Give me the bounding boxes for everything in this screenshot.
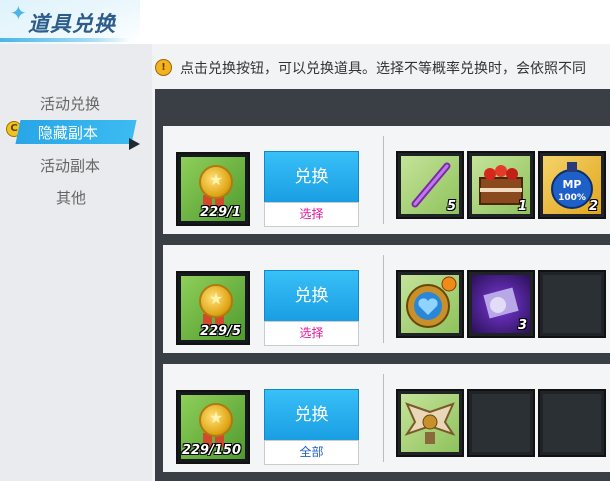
title-underline: [0, 38, 130, 42]
sidebar-item-activity-exchange[interactable]: 活动兑换: [0, 91, 145, 115]
reward-count: 1: [517, 199, 527, 214]
reward-count: 3: [517, 318, 527, 333]
info-coin-icon: !: [155, 59, 172, 76]
select-button[interactable]: 选择: [264, 202, 359, 227]
reward-count: 2: [588, 199, 598, 214]
empty-slot: [538, 270, 606, 338]
gold-medal-icon: ★ 229/5: [176, 271, 250, 345]
select-all-button[interactable]: 全部: [264, 440, 359, 465]
exchange-button[interactable]: 兑换: [264, 270, 359, 322]
exchange-row: ★ 229/5 兑换 选择 3: [163, 245, 610, 353]
select-button[interactable]: 选择: [264, 321, 359, 346]
exchange-row: ★ 229/150 兑换 全部: [163, 364, 610, 472]
divider: [383, 374, 384, 462]
heart-clock-compass-icon[interactable]: [396, 270, 464, 338]
sidebar-item-label: 其他: [56, 189, 87, 207]
purple-scroll-icon[interactable]: 3: [467, 270, 535, 338]
empty-slot: [538, 389, 606, 457]
exchange-panel: ★ 229/1 兑换 选择 5 1 MP 100% 2 ★ 229/5 兑换 选…: [155, 89, 610, 481]
exchange-button[interactable]: 兑换: [264, 151, 359, 203]
sidebar-item-activity-dungeon[interactable]: 活动副本: [0, 153, 145, 177]
cost-count: 229/5: [200, 324, 241, 339]
sidebar-item-label: 活动副本: [40, 157, 101, 175]
empty-slot: [467, 389, 535, 457]
sidebar: C 活动兑换 隐藏副本 活动副本 其他: [0, 44, 152, 481]
reward-count: 5: [446, 199, 456, 214]
treasure-chest-icon[interactable]: 1: [467, 151, 535, 219]
sidebar-item-label: 活动兑换: [40, 95, 101, 113]
sidebar-item-hidden-dungeon[interactable]: 隐藏副本: [15, 120, 137, 144]
sidebar-item-other[interactable]: 其他: [0, 185, 145, 209]
divider: [383, 255, 384, 343]
sidebar-item-label: 隐藏副本: [37, 124, 98, 142]
gold-medal-icon: ★ 229/1: [176, 152, 250, 226]
divider: [383, 136, 384, 224]
selected-arrow-icon: [129, 138, 140, 150]
svg-text:MP: MP: [562, 178, 581, 191]
svg-text:100%: 100%: [558, 193, 586, 203]
title-bar: ✦ 道具兑换: [0, 0, 610, 44]
cost-count: 229/1: [200, 205, 241, 220]
winged-emblem-icon[interactable]: [396, 389, 464, 457]
exchange-row: ★ 229/1 兑换 选择 5 1 MP 100% 2: [163, 126, 610, 234]
mp-potion-icon[interactable]: MP 100% 2: [538, 151, 606, 219]
notice-text: 点击兑换按钮，可以兑换道具。选择不等概率兑换时，会依照不同: [180, 61, 586, 77]
sparkle-icon: ✦: [10, 1, 27, 25]
page-title: 道具兑换: [28, 12, 116, 36]
exchange-button[interactable]: 兑换: [264, 389, 359, 441]
cost-count: 229/150: [181, 443, 241, 458]
gold-medal-icon: ★ 229/150: [176, 390, 250, 464]
purple-flute-icon[interactable]: 5: [396, 151, 464, 219]
